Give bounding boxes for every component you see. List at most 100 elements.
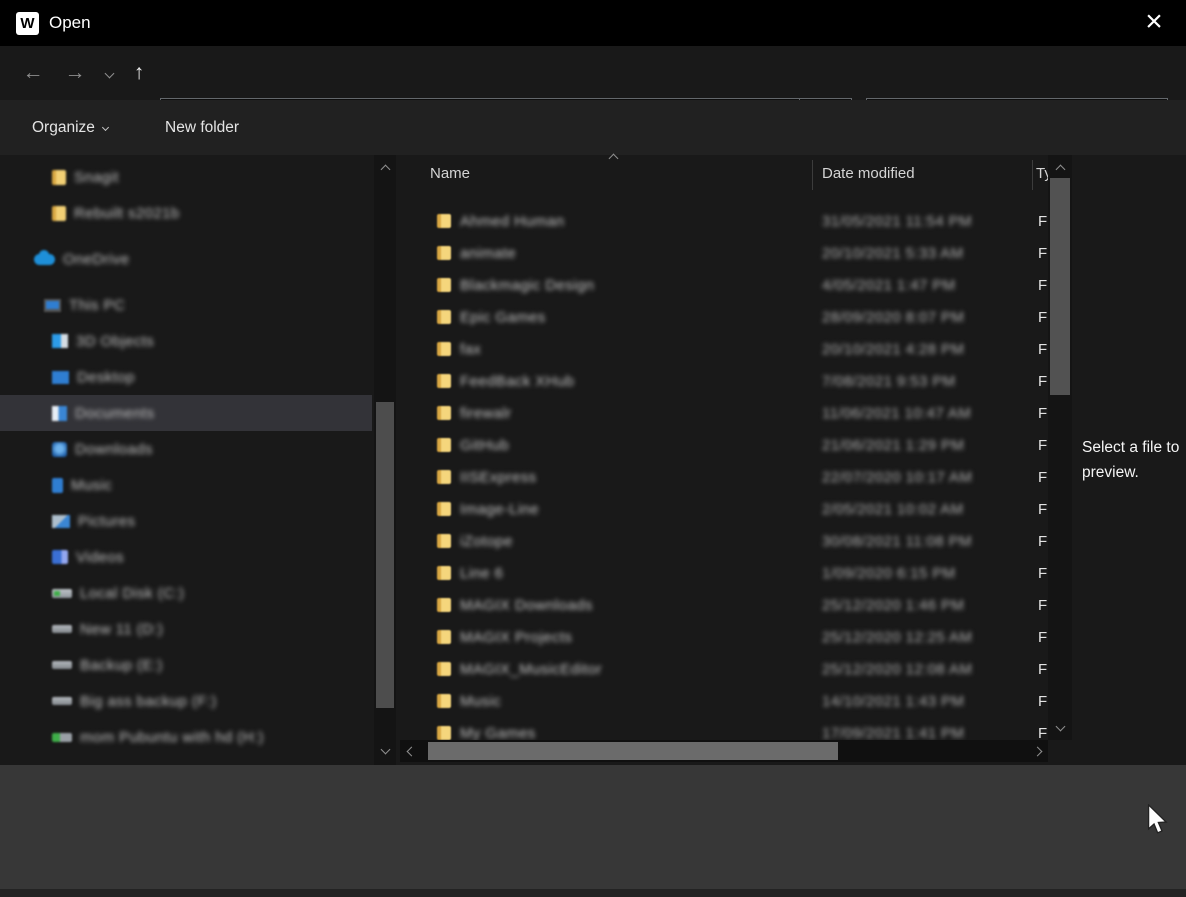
sidebar-item-label: mom Pubuntu with hd (H:) [80, 729, 264, 746]
file-row[interactable]: Image-Line 2/05/2021 10:02 AM File folde… [400, 493, 1048, 525]
title-bar: W Open × [0, 0, 1186, 46]
file-date-modified: 22/07/2020 10:17 AM [822, 469, 972, 486]
sidebar-item[interactable]: Backup (E:) [0, 647, 372, 683]
scrollbar-thumb[interactable] [428, 742, 838, 760]
up-button[interactable]: ↑ [124, 46, 154, 100]
new-folder-button[interactable]: New folder [165, 100, 239, 155]
sidebar-item[interactable]: 3D Objects [0, 323, 372, 359]
file-row[interactable]: Ahmed Human 31/05/2021 11:54 PM File fol… [400, 205, 1048, 237]
file-row[interactable]: IISExpress 22/07/2020 10:17 AM File fold… [400, 461, 1048, 493]
pictures-icon [52, 515, 70, 528]
sidebar-item[interactable]: mom Pubuntu with hd (H:) [0, 719, 372, 755]
organize-button[interactable]: Organize [32, 100, 108, 155]
scroll-up-icon[interactable] [374, 159, 396, 179]
folder-icon [437, 662, 451, 676]
scroll-down-icon[interactable] [374, 739, 396, 759]
scroll-right-icon[interactable] [1026, 740, 1048, 762]
file-name: Blackmagic Design [460, 277, 790, 294]
folder-icon [437, 342, 451, 356]
sidebar-item[interactable]: Downloads [0, 431, 372, 467]
sidebar-item[interactable]: New 11 (D:) [0, 611, 372, 647]
file-date-modified: 25/12/2020 12:25 AM [822, 629, 972, 646]
file-row[interactable]: Line 6 1/09/2020 6:15 PM File folder [400, 557, 1048, 589]
column-header-name[interactable]: Name [430, 165, 470, 182]
file-row[interactable]: Blackmagic Design 4/05/2021 1:47 PM File… [400, 269, 1048, 301]
file-row[interactable]: MAGIX_MusicEditor 25/12/2020 12:08 AM Fi… [400, 653, 1048, 685]
sidebar-item[interactable]: Local Disk (C:) [0, 575, 372, 611]
sidebar-item[interactable]: Desktop [0, 359, 372, 395]
file-list: Ahmed Human 31/05/2021 11:54 PM File fol… [400, 205, 1048, 740]
close-button[interactable]: × [1136, 2, 1172, 42]
file-name: animate [460, 245, 790, 262]
file-name: iZotope [460, 533, 790, 550]
sidebar-item-label: 3D Objects [76, 333, 154, 350]
sidebar-item[interactable]: This PC [0, 287, 372, 323]
sidebar-group: Snagit Rebuilt s2021b [0, 159, 372, 231]
sidebar-item[interactable]: Big ass backup (F:) [0, 683, 372, 719]
scrollbar-thumb[interactable] [1050, 178, 1070, 395]
file-name: GitHub [460, 437, 790, 454]
file-type: File folder [1038, 405, 1048, 422]
file-row[interactable]: My Games 17/09/2021 1:41 PM File folder [400, 717, 1048, 740]
file-date-modified: 25/12/2020 1:46 PM [822, 597, 964, 614]
list-header: Name Date modified Type [400, 157, 1048, 193]
up-icon: ↑ [134, 61, 145, 85]
onedrive-icon [34, 254, 55, 265]
file-row[interactable]: iZotope 30/08/2021 11:08 PM File folder [400, 525, 1048, 557]
preview-pane: Select a file to preview. [1074, 155, 1186, 765]
sidebar-group: This PC 3D Objects Desktop Documents Dow… [0, 287, 372, 755]
sidebar-item[interactable]: Snagit [0, 159, 372, 195]
back-icon: ← [23, 61, 44, 85]
file-row[interactable]: FeedBack XHub 7/08/2021 9:53 PM File fol… [400, 365, 1048, 397]
file-row[interactable]: MAGIX Projects 25/12/2020 12:25 AM File … [400, 621, 1048, 653]
back-button[interactable]: ← [16, 46, 50, 100]
desktop-icon [52, 371, 69, 384]
scrollbar-thumb[interactable] [376, 402, 394, 708]
file-row[interactable]: MAGIX Downloads 25/12/2020 1:46 PM File … [400, 589, 1048, 621]
objects3d-icon [52, 334, 68, 348]
file-name: Music [460, 693, 790, 710]
sidebar-item-label: Downloads [75, 441, 153, 458]
file-date-modified: 28/09/2020 8:07 PM [822, 309, 964, 326]
sidebar-item[interactable]: Music [0, 467, 372, 503]
file-date-modified: 4/05/2021 1:47 PM [822, 277, 956, 294]
folder-icon [437, 694, 451, 708]
file-row[interactable]: fax 20/10/2021 4:28 PM File folder [400, 333, 1048, 365]
file-type: File folder [1038, 501, 1048, 518]
file-date-modified: 1/09/2020 6:15 PM [822, 565, 956, 582]
sidebar-item[interactable]: OneDrive [0, 241, 372, 277]
file-row[interactable]: Music 14/10/2021 1:43 PM File folder [400, 685, 1048, 717]
folder-icon [437, 278, 451, 292]
sidebar-item[interactable]: Rebuilt s2021b [0, 195, 372, 231]
sidebar-item[interactable]: Pictures [0, 503, 372, 539]
file-list-vertical-scrollbar[interactable] [1048, 155, 1072, 740]
sidebar-item-label: Pictures [78, 513, 135, 530]
close-icon: × [1145, 7, 1163, 37]
scroll-left-icon[interactable] [400, 740, 422, 762]
thispc-icon [44, 299, 61, 312]
file-list-horizontal-scrollbar[interactable] [400, 740, 1048, 762]
file-date-modified: 30/08/2021 11:08 PM [822, 533, 972, 550]
column-divider[interactable] [1032, 160, 1033, 190]
column-header-date-modified[interactable]: Date modified [822, 165, 915, 182]
file-row[interactable]: firewalr 11/06/2021 10:47 AM File folder [400, 397, 1048, 429]
recent-locations-button[interactable] [96, 46, 122, 100]
scroll-down-icon[interactable] [1048, 716, 1072, 736]
content-area: Snagit Rebuilt s2021b OneDrive This PC 3… [0, 155, 1186, 765]
scroll-up-icon[interactable] [1048, 159, 1072, 179]
folder-icon [437, 406, 451, 420]
sidebar-scrollbar[interactable] [374, 155, 396, 765]
file-row[interactable]: GitHub 21/06/2021 1:29 PM File folder [400, 429, 1048, 461]
column-divider[interactable] [812, 160, 813, 190]
file-name: MAGIX Projects [460, 629, 790, 646]
file-date-modified: 20/10/2021 5:33 AM [822, 245, 963, 262]
file-row[interactable]: animate 20/10/2021 5:33 AM File folder [400, 237, 1048, 269]
sidebar-item[interactable]: Documents [0, 395, 372, 431]
chevron-down-icon [104, 68, 114, 78]
file-row[interactable]: Epic Games 28/09/2020 8:07 PM File folde… [400, 301, 1048, 333]
file-date-modified: 31/05/2021 11:54 PM [822, 213, 972, 230]
file-type: File folder [1038, 565, 1048, 582]
sidebar-item[interactable]: Videos [0, 539, 372, 575]
forward-button[interactable]: → [58, 46, 92, 100]
file-date-modified: 11/06/2021 10:47 AM [822, 405, 971, 422]
